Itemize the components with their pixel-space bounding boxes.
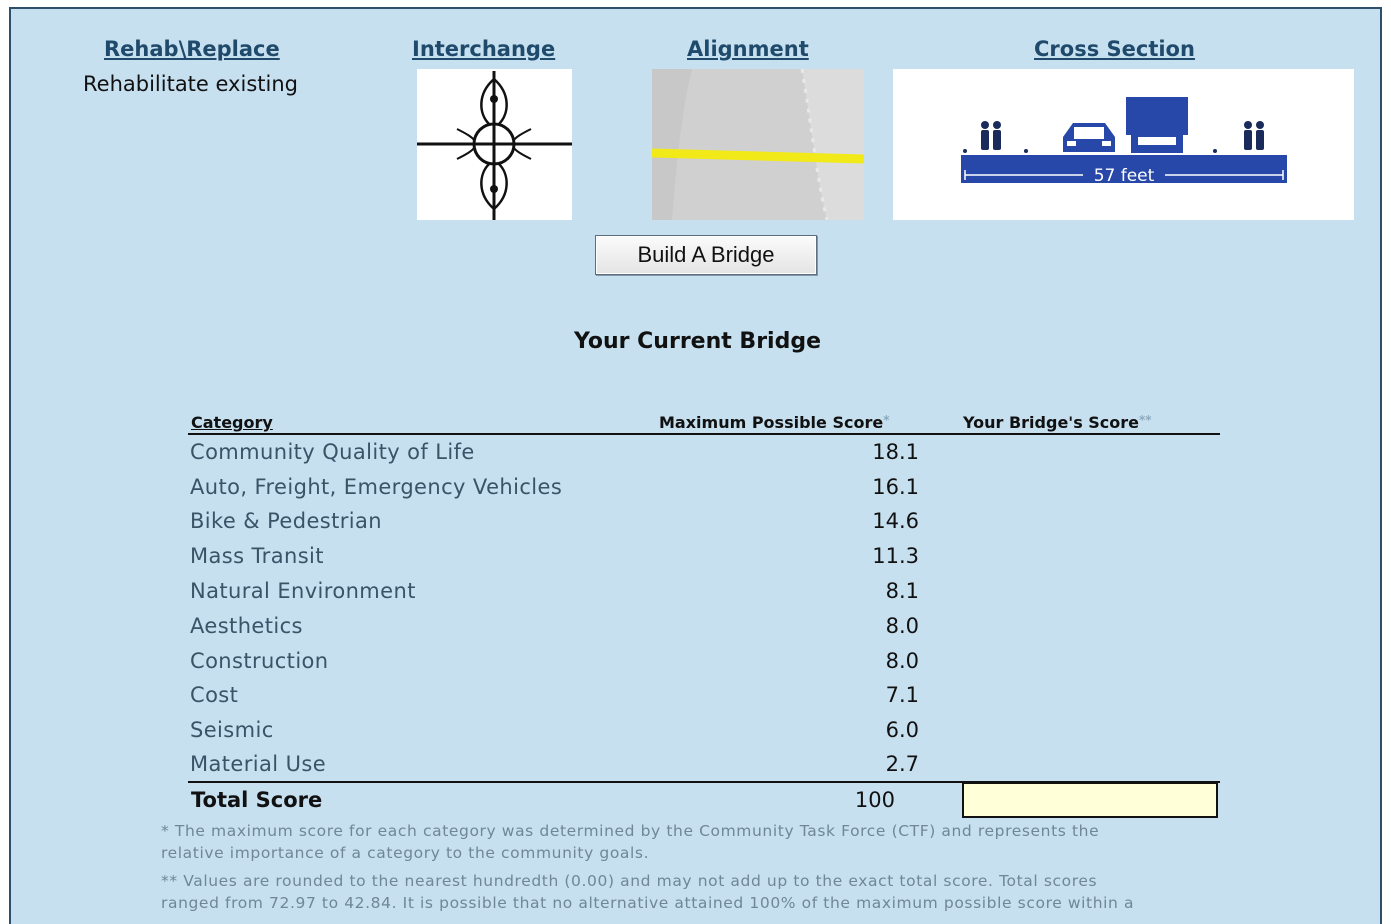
max-score-value: 18.1 <box>872 440 919 464</box>
max-score-value: 8.0 <box>885 614 919 638</box>
category-label: Material Use <box>190 752 327 776</box>
category-label: Aesthetics <box>190 614 303 638</box>
category-label: Community Quality of Life <box>190 440 475 464</box>
interchange-link[interactable]: Interchange <box>412 37 555 61</box>
category-label: Mass Transit <box>190 544 324 568</box>
alignment-map-icon <box>652 69 864 220</box>
table-header-divider <box>188 433 1220 435</box>
build-a-bridge-button[interactable]: Build A Bridge <box>595 235 817 275</box>
category-label: Seismic <box>190 718 274 742</box>
max-score-value: 6.0 <box>885 718 919 742</box>
category-label: Construction <box>190 649 329 673</box>
your-score-footnote-mark: ** <box>1139 413 1152 427</box>
category-label: Bike & Pedestrian <box>190 509 383 533</box>
column-header-max-score-label: Maximum Possible Score <box>659 413 884 432</box>
interchange-image[interactable] <box>417 69 572 220</box>
alignment-link[interactable]: Alignment <box>687 37 809 61</box>
column-header-max-score: Maximum Possible Score* <box>659 413 889 432</box>
cross-section-link[interactable]: Cross Section <box>1034 37 1195 61</box>
rehab-replace-link[interactable]: Rehab\Replace <box>104 37 280 61</box>
total-score-label: Total Score <box>191 788 323 812</box>
current-bridge-title: Your Current Bridge <box>573 329 822 354</box>
table-row: Aesthetics 8.0 <box>188 614 1220 648</box>
table-row: Community Quality of Life 18.1 <box>188 440 1220 474</box>
max-score-value: 7.1 <box>885 683 919 707</box>
category-label: Natural Environment <box>190 579 416 603</box>
column-header-your-score-label: Your Bridge's Score <box>963 413 1140 432</box>
max-score-value: 14.6 <box>872 509 919 533</box>
column-header-category: Category <box>191 413 273 432</box>
bridge-builder-panel: Rehab\Replace Rehabilitate existing Inte… <box>9 7 1382 924</box>
footnote-max-score: * The maximum score for each category wa… <box>161 820 1351 864</box>
table-row: Seismic 6.0 <box>188 718 1220 752</box>
footnote-rounding-line1: ** Values are rounded to the nearest hun… <box>161 872 1098 890</box>
interchange-diagram-icon <box>417 71 572 220</box>
max-score-value: 8.0 <box>885 649 919 673</box>
footnote-max-score-line2: relative importance of a category to the… <box>161 844 650 862</box>
rehab-replace-value: Rehabilitate existing <box>83 72 298 96</box>
footnote-rounding-line2: ranged from 72.97 to 42.84. It is possib… <box>161 894 1135 912</box>
max-score-value: 8.1 <box>885 579 919 603</box>
cross-section-image[interactable]: 57 feet <box>893 69 1354 220</box>
max-score-footnote-mark: * <box>883 413 890 427</box>
max-score-value: 11.3 <box>872 544 919 568</box>
table-row: Auto, Freight, Emergency Vehicles 16.1 <box>188 475 1220 509</box>
table-row: Mass Transit 11.3 <box>188 544 1220 578</box>
category-label: Auto, Freight, Emergency Vehicles <box>190 475 563 499</box>
footnote-max-score-line1: * The maximum score for each category wa… <box>161 822 1100 840</box>
total-your-score-box <box>962 782 1218 818</box>
column-header-your-score: Your Bridge's Score** <box>963 413 1152 432</box>
cross-section-width-label: 57 feet <box>1094 166 1155 186</box>
table-row: Cost 7.1 <box>188 683 1220 717</box>
table-row: Bike & Pedestrian 14.6 <box>188 509 1220 543</box>
total-max-score-value: 100 <box>854 788 895 812</box>
footnote-rounding: ** Values are rounded to the nearest hun… <box>161 870 1351 914</box>
table-row: Natural Environment 8.1 <box>188 579 1220 613</box>
table-row: Construction 8.0 <box>188 649 1220 683</box>
cross-section-diagram-icon: 57 feet <box>961 97 1287 186</box>
max-score-value: 2.7 <box>885 752 919 776</box>
category-label: Cost <box>190 683 239 707</box>
alignment-map-image[interactable] <box>652 69 864 220</box>
max-score-value: 16.1 <box>872 475 919 499</box>
